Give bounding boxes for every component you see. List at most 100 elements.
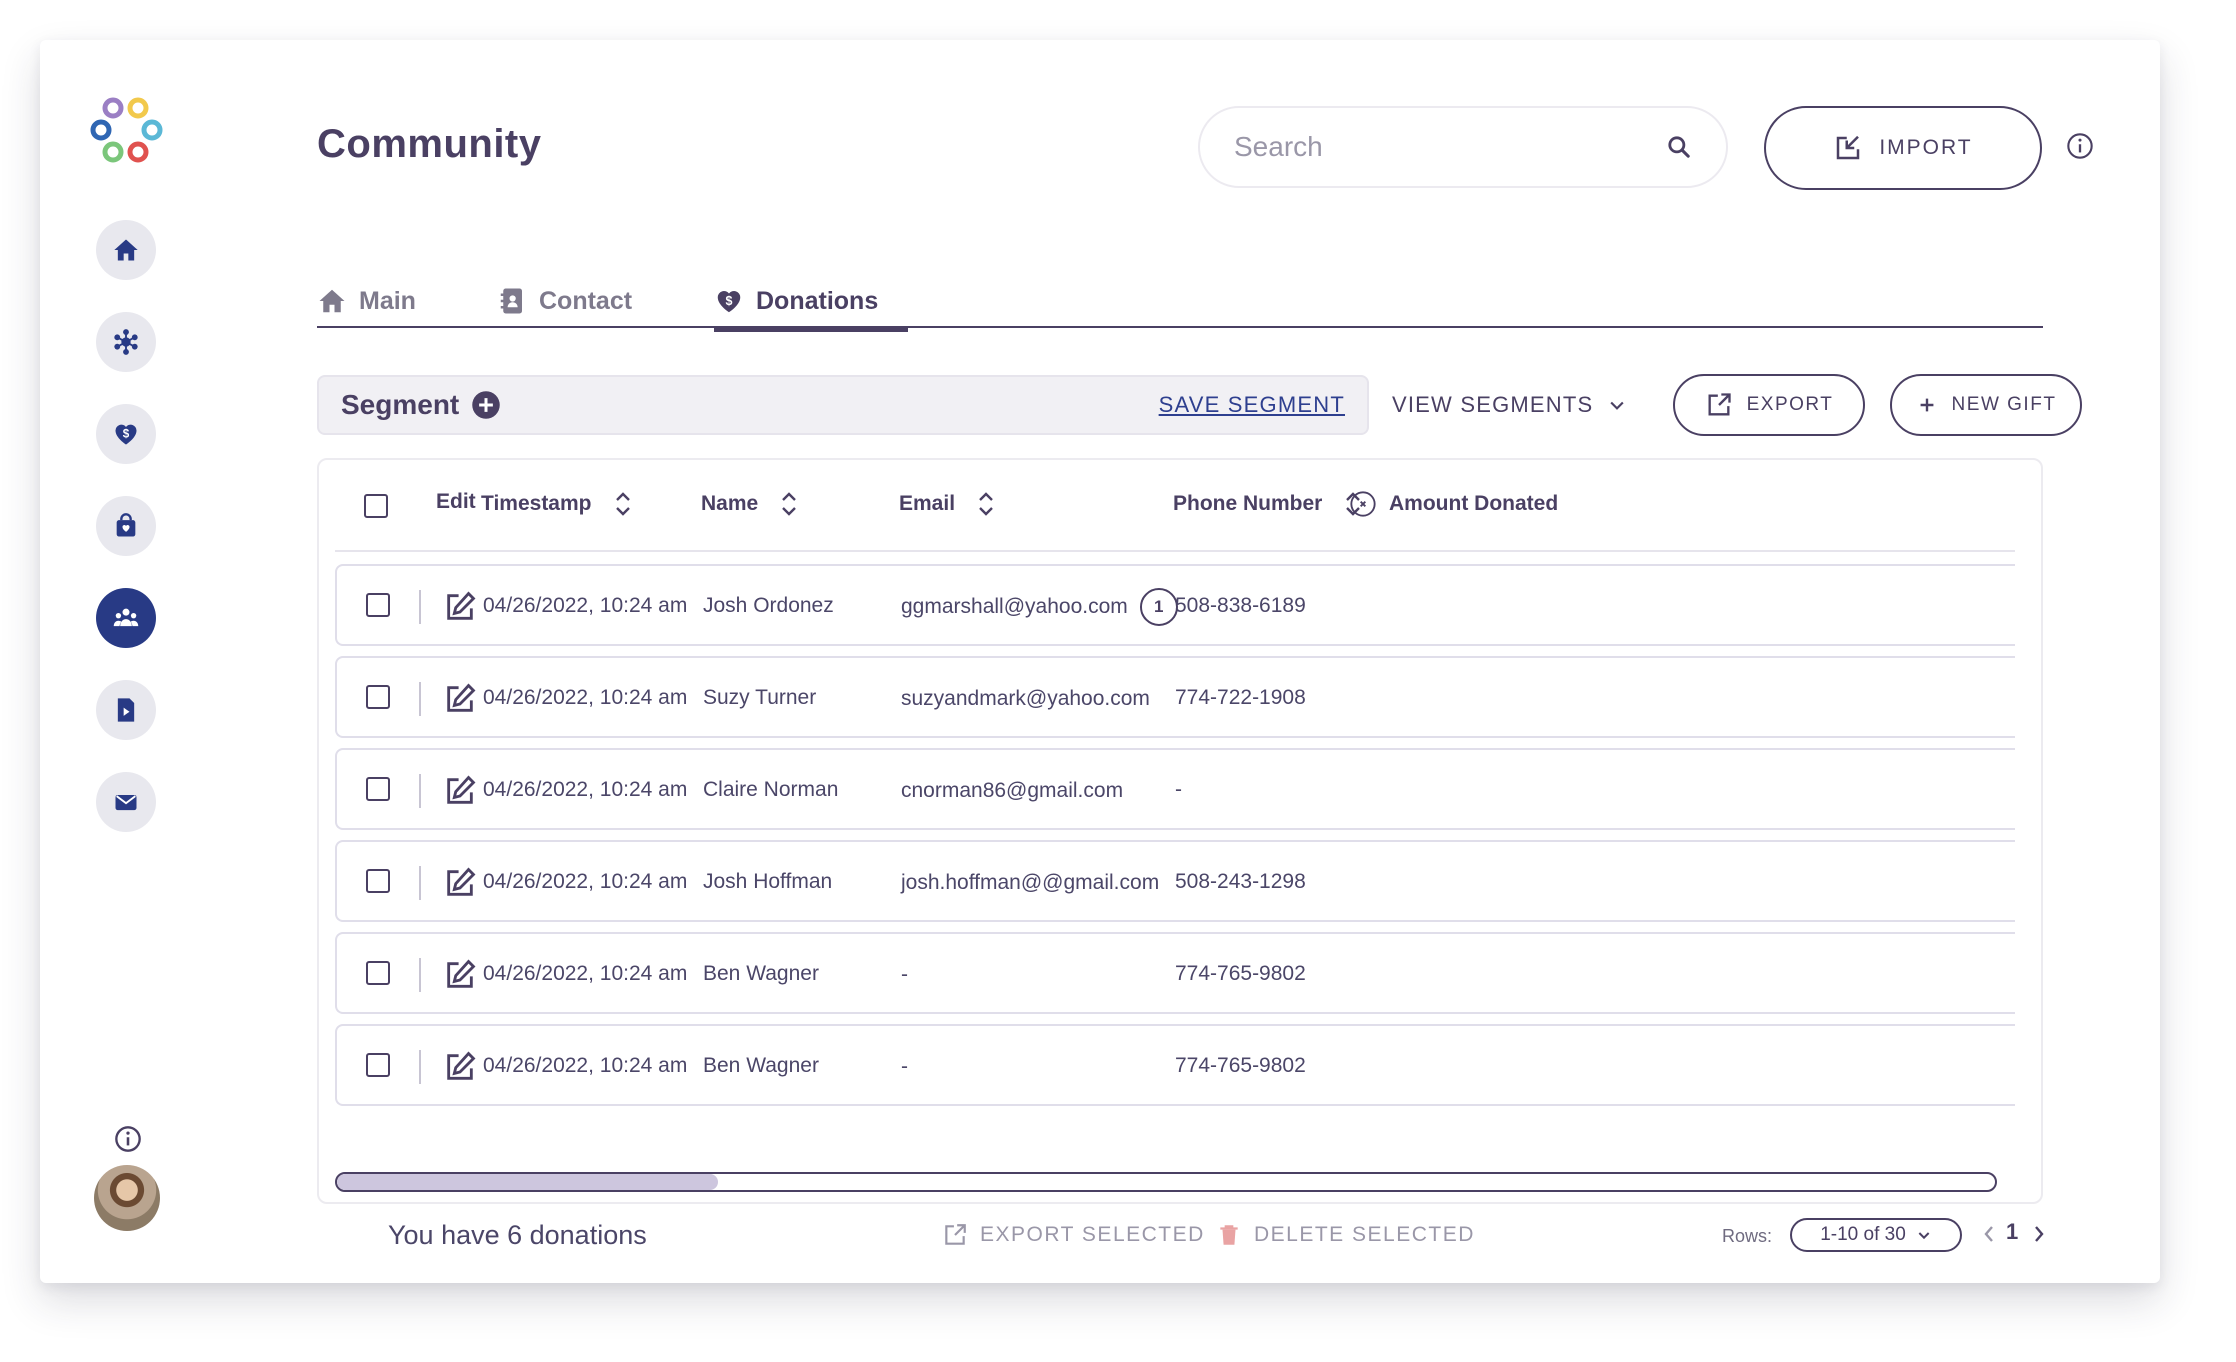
table-row[interactable]: 04/26/2022, 10:24 am Josh Hoffman josh.hof…	[335, 840, 2015, 922]
export-label: EXPORT	[1746, 394, 1834, 415]
timestamp-cell: 04/26/2022, 10:24 am	[483, 962, 688, 985]
timestamp-cell: 04/26/2022, 10:24 am	[483, 686, 688, 709]
column-amount[interactable]: Amount Donated	[1349, 490, 1558, 518]
row-divider	[419, 958, 421, 992]
tab-label: Contact	[539, 286, 633, 315]
row-divider	[419, 590, 421, 624]
name-cell: Ben Wagner	[703, 962, 819, 985]
phone-cell: 508-838-6189	[1175, 594, 1306, 617]
search-box[interactable]	[1198, 106, 1728, 188]
email-count-badge[interactable]: 1	[1139, 588, 1178, 626]
view-segments-dropdown[interactable]: VIEW SEGMENTS	[1392, 392, 1627, 418]
table-row[interactable]: 04/26/2022, 10:24 am Ben Wagner - 774-765-9…	[335, 932, 2015, 1014]
rows-per-page-select[interactable]: 1-10 of 30	[1790, 1218, 1962, 1252]
phone-cell: -	[1175, 778, 1182, 801]
search-input[interactable]	[1234, 131, 1666, 163]
chevron-down-icon	[1918, 1232, 1930, 1240]
sort-icon[interactable]	[614, 490, 632, 518]
people-icon	[113, 608, 139, 627]
edit-icon[interactable]	[443, 866, 477, 900]
new-gift-label: NEW GIFT	[1951, 394, 2057, 415]
sidebar-item-mail[interactable]	[96, 772, 156, 832]
chevron-right-icon[interactable]	[2030, 1220, 2048, 1248]
segment-bar: Segment SAVE SEGMENT	[317, 375, 1369, 435]
edit-icon[interactable]	[443, 958, 477, 992]
row-checkbox[interactable]	[366, 593, 390, 617]
document-play-icon	[117, 698, 135, 722]
tab-contact[interactable]: Contact	[497, 284, 632, 328]
table-row[interactable]: 04/26/2022, 10:24 am Ben Wagner - 774-765-9…	[335, 1024, 2015, 1106]
import-label: IMPORT	[1879, 136, 1973, 159]
sidebar-item-network[interactable]	[96, 312, 156, 372]
email-cell: ggmarshall@yahoo.com 1	[901, 585, 1178, 629]
row-checkbox[interactable]	[366, 1053, 390, 1077]
edit-icon[interactable]	[443, 774, 477, 808]
timestamp-cell: 04/26/2022, 10:24 am	[483, 870, 688, 893]
view-segments-label: VIEW SEGMENTS	[1392, 392, 1594, 417]
edit-icon[interactable]	[443, 1050, 477, 1084]
home-icon	[114, 239, 138, 261]
info-icon[interactable]	[2066, 132, 2094, 160]
rows-select-value: 1-10 of 30	[1820, 1224, 1906, 1245]
sidebar-item-documents[interactable]	[96, 680, 156, 740]
column-email[interactable]: Email	[899, 490, 995, 518]
row-divider	[419, 866, 421, 900]
select-all-cell	[364, 494, 388, 518]
row-checkbox[interactable]	[366, 685, 390, 709]
sidebar-item-store[interactable]	[96, 496, 156, 556]
edit-icon[interactable]	[443, 590, 477, 624]
sidebar-item-community[interactable]	[96, 588, 156, 648]
name-cell: Josh Ordonez	[703, 594, 834, 617]
delete-selected-button[interactable]: DELETE SELECTED	[1216, 1222, 1475, 1248]
tab-donations[interactable]: $ Donations	[714, 284, 909, 332]
logo-icon	[90, 97, 163, 163]
select-all-checkbox[interactable]	[364, 494, 388, 518]
add-segment-icon[interactable]	[471, 390, 501, 420]
email-cell: suzyandmark@yahoo.com	[901, 677, 1150, 721]
plus-icon	[1920, 398, 1933, 412]
row-checkbox[interactable]	[366, 869, 390, 893]
tab-main[interactable]: Main	[317, 284, 416, 328]
sort-icon[interactable]	[977, 490, 995, 518]
new-gift-button[interactable]: NEW GIFT	[1890, 374, 2082, 436]
name-cell: Suzy Turner	[703, 686, 817, 709]
table-row[interactable]: 04/26/2022, 10:24 am Claire Norman cnorman…	[335, 748, 2015, 830]
phone-cell: 774-722-1908	[1175, 686, 1306, 709]
avatar[interactable]	[94, 1165, 160, 1231]
horizontal-scrollbar[interactable]	[335, 1172, 1997, 1192]
column-edit: Edit	[436, 490, 476, 514]
phone-cell: 774-765-9802	[1175, 962, 1306, 985]
external-link-icon	[945, 1224, 966, 1245]
table-row[interactable]: 04/26/2022, 10:24 am Josh Ordonez ggmarsha…	[335, 564, 2015, 646]
table-row[interactable]: 04/26/2022, 10:24 am Suzy Turner suzyandma…	[335, 656, 2015, 738]
sidebar-item-home[interactable]	[96, 220, 156, 280]
external-link-icon	[1708, 393, 1731, 416]
row-divider	[419, 682, 421, 716]
timestamp-cell: 04/26/2022, 10:24 am	[483, 594, 688, 617]
export-selected-button[interactable]: EXPORT SELECTED	[942, 1222, 1205, 1248]
email-value: cnorman86@gmail.com	[901, 779, 1124, 802]
sort-icon[interactable]	[780, 490, 798, 518]
email-cell: cnorman86@gmail.com	[901, 769, 1123, 813]
column-name[interactable]: Name	[701, 490, 798, 518]
current-page[interactable]: 1	[2006, 1219, 2018, 1245]
column-phone[interactable]: Phone Number	[1173, 490, 1362, 518]
import-button[interactable]: IMPORT	[1764, 106, 2042, 190]
email-value: suzyandmark@yahoo.com	[901, 687, 1150, 710]
sidebar-item-donations[interactable]: $	[96, 404, 156, 464]
scrollbar-thumb[interactable]	[337, 1174, 719, 1190]
info-icon[interactable]	[114, 1125, 142, 1153]
mail-icon	[115, 795, 137, 811]
row-checkbox[interactable]	[366, 777, 390, 801]
edit-icon[interactable]	[443, 682, 477, 716]
timestamp-cell: 04/26/2022, 10:24 am	[483, 1054, 688, 1077]
column-timestamp[interactable]: Timestamp	[481, 490, 632, 518]
row-checkbox[interactable]	[366, 961, 390, 985]
search-icon[interactable]	[1666, 134, 1692, 160]
page-title: Community	[317, 122, 542, 166]
chevron-left-icon[interactable]	[1980, 1220, 1998, 1248]
remove-column-icon[interactable]	[1349, 490, 1377, 518]
save-segment-link[interactable]: SAVE SEGMENT	[1159, 392, 1345, 418]
app-window: $ Community Search IMPORT Main Contact $…	[40, 40, 2160, 1283]
export-button[interactable]: EXPORT	[1673, 374, 1865, 436]
